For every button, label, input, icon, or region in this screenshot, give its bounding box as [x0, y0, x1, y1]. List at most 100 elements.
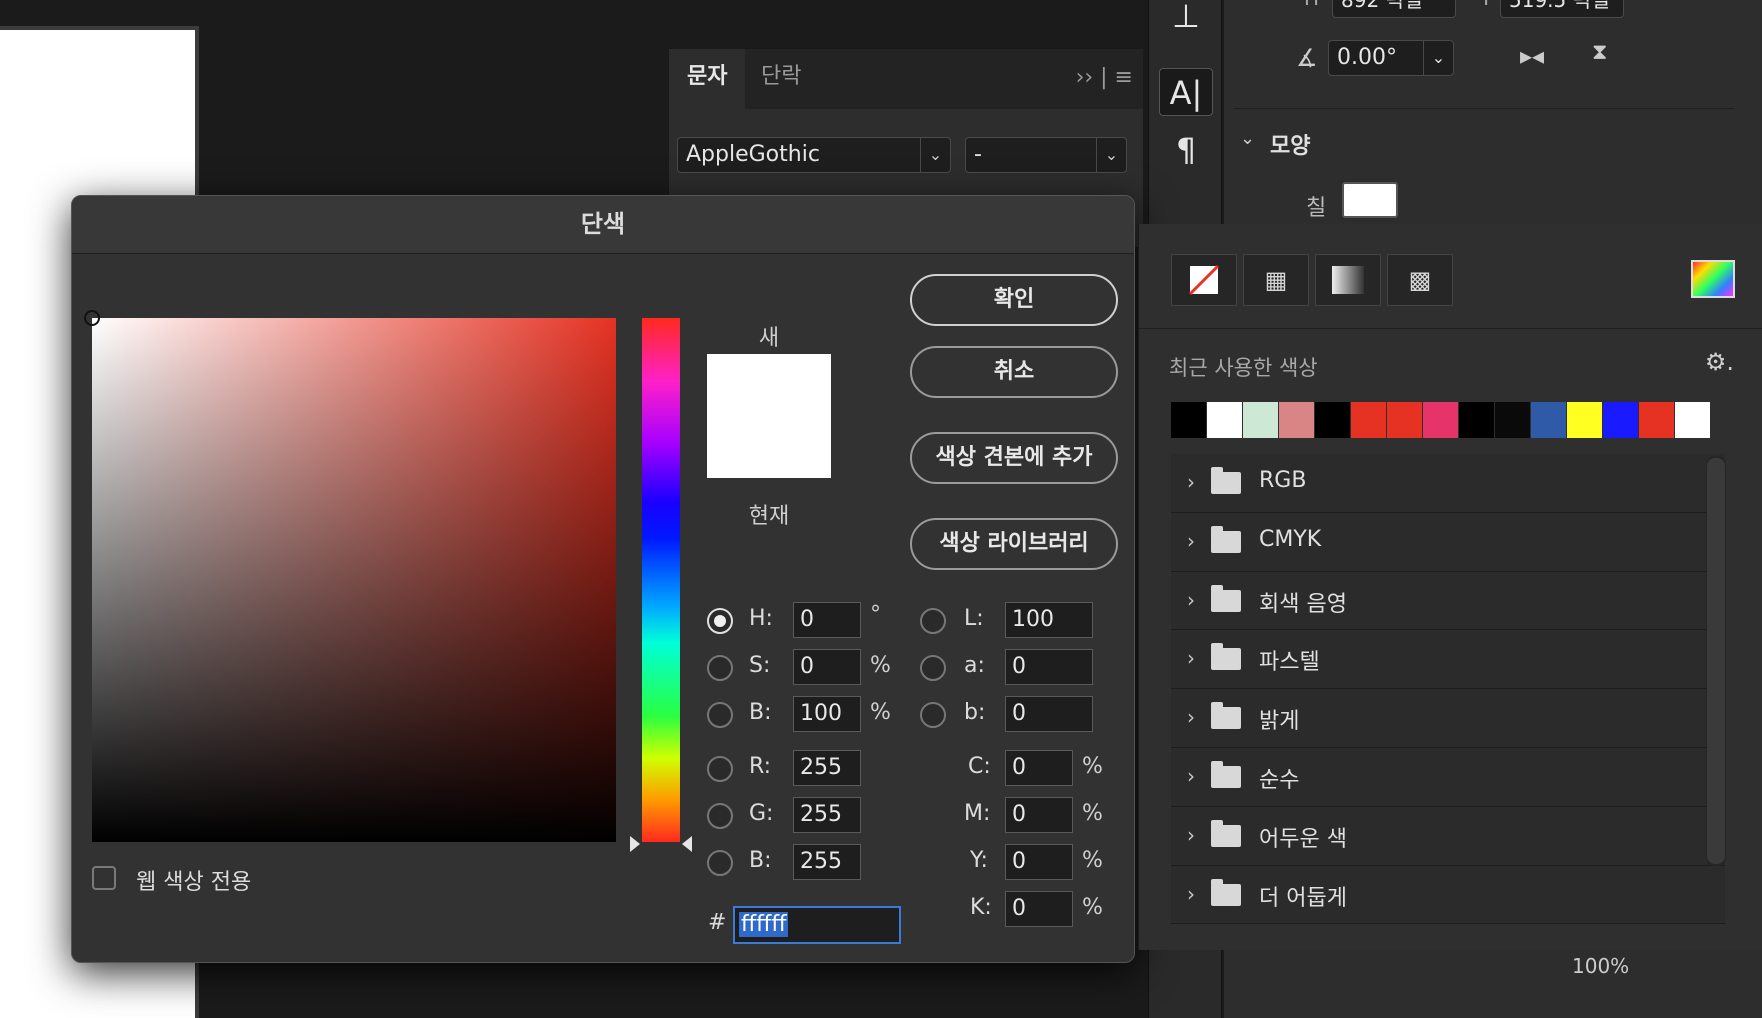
- flip-vertical-icon[interactable]: ⧗: [1592, 40, 1607, 65]
- chevron-right-icon[interactable]: ›: [1187, 470, 1195, 494]
- folder-name: RGB: [1259, 468, 1307, 493]
- recent-color-swatch[interactable]: [1243, 402, 1279, 438]
- tab-paragraph[interactable]: 단락: [743, 49, 819, 109]
- recent-color-swatch[interactable]: [1423, 402, 1459, 438]
- swatch-grid-icon[interactable]: ▦: [1243, 254, 1309, 306]
- pattern-icon[interactable]: ▩: [1387, 254, 1453, 306]
- chevron-right-icon[interactable]: ›: [1187, 882, 1195, 906]
- recent-color-swatch[interactable]: [1603, 402, 1639, 438]
- recent-color-swatch[interactable]: [1567, 402, 1603, 438]
- recent-color-swatch[interactable]: [1459, 402, 1495, 438]
- swatch-folder[interactable]: › 파스텔: [1171, 630, 1725, 690]
- radio-brightness[interactable]: [707, 702, 733, 728]
- recent-color-swatch[interactable]: [1315, 402, 1351, 438]
- font-family-select[interactable]: AppleGothic ⌄: [677, 137, 951, 173]
- no-color-icon[interactable]: [1171, 254, 1237, 306]
- radio-b-channel[interactable]: [920, 702, 946, 728]
- paragraph-panel-icon[interactable]: ¶: [1159, 126, 1213, 174]
- recent-color-swatch[interactable]: [1675, 402, 1711, 438]
- height-field[interactable]: 892 픽셀: [1332, 0, 1456, 18]
- chevron-right-icon[interactable]: ›: [1187, 764, 1195, 788]
- chevron-right-icon[interactable]: ›: [1187, 588, 1195, 612]
- swatch-folder[interactable]: › 어두운 색: [1171, 806, 1725, 866]
- chevron-down-icon[interactable]: ⌄: [1240, 128, 1255, 149]
- green-field[interactable]: 255: [793, 797, 861, 833]
- panel-menu-icon[interactable]: ›› | ≡: [1076, 65, 1133, 90]
- chevron-right-icon[interactable]: ›: [1187, 705, 1195, 729]
- zoom-value[interactable]: 100%: [1572, 954, 1629, 978]
- recent-color-swatch[interactable]: [1387, 402, 1423, 438]
- color-libraries-button[interactable]: 색상 라이브러리: [910, 518, 1118, 570]
- radio-blue[interactable]: [707, 850, 733, 876]
- tab-character[interactable]: 문자: [669, 49, 746, 109]
- a-channel-label: a:: [964, 653, 985, 678]
- gear-icon[interactable]: ⚙.: [1705, 348, 1734, 376]
- chevron-right-icon[interactable]: ›: [1187, 646, 1195, 670]
- recent-color-swatch[interactable]: [1279, 402, 1315, 438]
- new-color-label: 새: [758, 326, 780, 351]
- color-picker-icon[interactable]: [1691, 260, 1735, 298]
- radio-lightness[interactable]: [920, 608, 946, 634]
- black-field[interactable]: 0: [1005, 891, 1073, 927]
- font-style-select[interactable]: - ⌄: [965, 137, 1127, 173]
- swatch-folder[interactable]: › 밝게: [1171, 689, 1725, 748]
- hex-input[interactable]: ffffff: [733, 906, 901, 944]
- folder-name: 더 어둡게: [1259, 885, 1347, 911]
- a-channel-field[interactable]: 0: [1005, 649, 1093, 685]
- radio-saturation[interactable]: [707, 655, 733, 681]
- recent-color-swatch[interactable]: [1639, 402, 1675, 438]
- yellow-label: Y:: [970, 848, 988, 873]
- cyan-field[interactable]: 0: [1005, 750, 1073, 786]
- fill-swatch[interactable]: [1342, 182, 1398, 218]
- radio-green[interactable]: [707, 803, 733, 829]
- swatch-folder[interactable]: › 더 어둡게: [1171, 865, 1725, 925]
- swatch-folder-list: › RGB › CMYK › 회색 음영 › 파스텔 › 밝게 › 순수 › 어두운 색 › 더 어둡게: [1171, 454, 1725, 925]
- color-marker[interactable]: [84, 310, 100, 326]
- current-color-swatch[interactable]: [707, 416, 831, 478]
- radio-red[interactable]: [707, 756, 733, 782]
- angle-field[interactable]: 0.00° ⌄: [1328, 40, 1454, 76]
- flip-horizontal-icon[interactable]: ▸◂: [1520, 42, 1544, 70]
- recent-color-swatch[interactable]: [1531, 402, 1567, 438]
- stamp-tool-icon[interactable]: ⊥: [1159, 0, 1213, 40]
- hue-slider[interactable]: [642, 318, 680, 842]
- web-colors-only-checkbox[interactable]: [92, 866, 116, 890]
- scrollbar-thumb[interactable]: [1707, 458, 1725, 864]
- recent-color-swatch[interactable]: [1207, 402, 1243, 438]
- saturation-unit: %: [870, 653, 891, 678]
- ok-button[interactable]: 확인: [910, 274, 1118, 326]
- recent-color-swatch[interactable]: [1351, 402, 1387, 438]
- y-field[interactable]: 519.5 픽셀: [1500, 0, 1624, 18]
- swatch-folder[interactable]: › RGB: [1171, 454, 1725, 513]
- swatch-folder[interactable]: › 회색 음영: [1171, 571, 1725, 631]
- lightness-field[interactable]: 100: [1005, 602, 1093, 638]
- chevron-right-icon[interactable]: ›: [1187, 529, 1195, 553]
- red-field[interactable]: 255: [793, 750, 861, 786]
- radio-hue[interactable]: [707, 608, 733, 634]
- swatch-folder[interactable]: › CMYK: [1171, 512, 1725, 572]
- radio-a-channel[interactable]: [920, 655, 946, 681]
- swatch-folder[interactable]: › 순수: [1171, 747, 1725, 807]
- gradient-icon[interactable]: [1315, 254, 1381, 306]
- brightness-field[interactable]: 100: [793, 696, 861, 732]
- character-panel-icon[interactable]: A|: [1159, 68, 1213, 116]
- hue-arrow-left-icon[interactable]: [630, 836, 640, 852]
- b-channel-field[interactable]: 0: [1005, 696, 1093, 732]
- saturation-brightness-field[interactable]: [84, 310, 616, 842]
- angle-value: 0.00°: [1337, 45, 1397, 70]
- recent-color-swatch[interactable]: [1495, 402, 1531, 438]
- hue-field[interactable]: 0: [793, 602, 861, 638]
- hue-arrow-right-icon[interactable]: [682, 836, 692, 852]
- magenta-field[interactable]: 0: [1005, 797, 1073, 833]
- chevron-right-icon[interactable]: ›: [1187, 823, 1195, 847]
- folder-name: 어두운 색: [1259, 826, 1347, 852]
- folder-icon: [1211, 643, 1241, 671]
- cancel-button[interactable]: 취소: [910, 346, 1118, 398]
- saturation-field[interactable]: 0: [793, 649, 861, 685]
- folder-name: CMYK: [1259, 526, 1322, 552]
- recent-color-swatch[interactable]: [1171, 402, 1207, 438]
- yellow-field[interactable]: 0: [1005, 844, 1073, 880]
- font-family-value: AppleGothic: [686, 142, 820, 167]
- blue-field[interactable]: 255: [793, 844, 861, 880]
- add-to-swatches-button[interactable]: 색상 견본에 추가: [910, 432, 1118, 484]
